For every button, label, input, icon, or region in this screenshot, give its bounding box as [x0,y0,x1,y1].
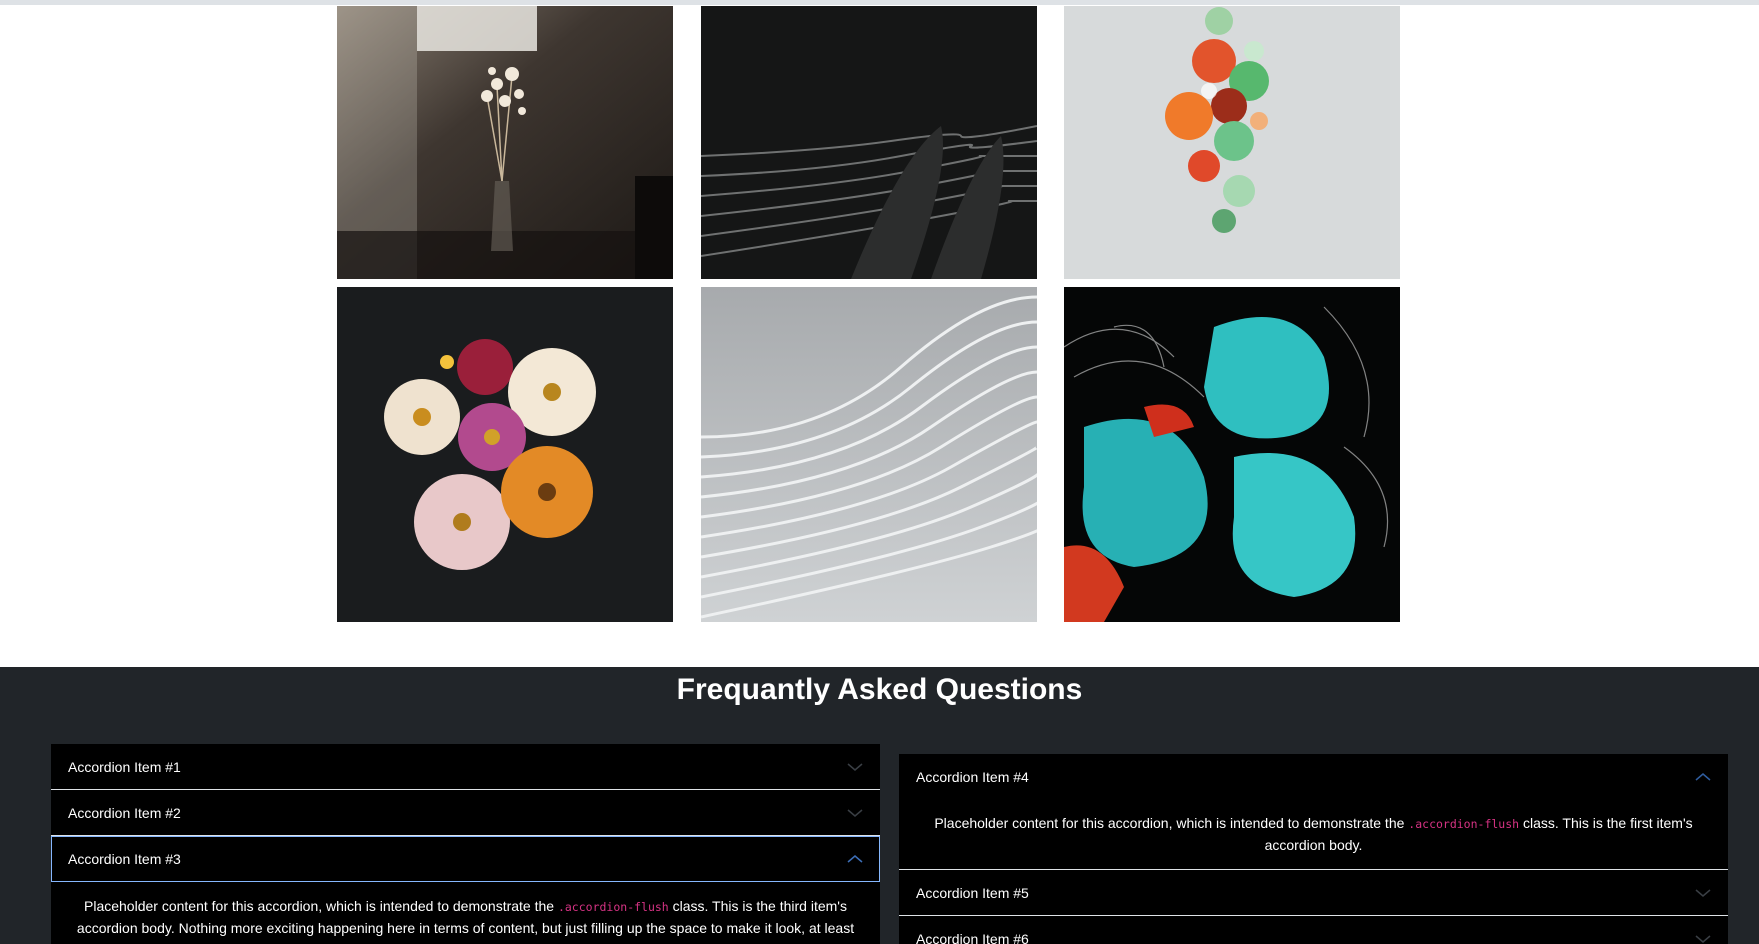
faq-title: Frequantly Asked Questions [676,673,1083,706]
gallery-image-1[interactable] [337,6,673,279]
accordion-body-4-text: Placeholder content for this accordion, … [934,815,1409,831]
gallery-image-3[interactable] [1064,6,1400,279]
accordion-item-6: Accordion Item #6 [899,916,1728,944]
accordion-body-4: Placeholder content for this accordion, … [899,799,1728,869]
accordion-label-3: Accordion Item #3 [68,851,181,867]
accordion-body-3: Placeholder content for this accordion, … [51,882,880,944]
accordion-label-2: Accordion Item #2 [68,804,181,821]
chevron-up-icon [1695,772,1711,782]
accordion-item-1: Accordion Item #1 [51,744,880,790]
accordion-label-6: Accordion Item #6 [916,930,1029,944]
gallery-image-2[interactable] [701,6,1037,279]
gallery-image-5[interactable] [701,287,1037,622]
accordion-header-5[interactable]: Accordion Item #5 [899,870,1728,915]
accordion-header-4[interactable]: Accordion Item #4 [899,754,1728,799]
accordion-header-1[interactable]: Accordion Item #1 [51,744,880,789]
top-divider [0,0,1759,5]
accordion-label-1: Accordion Item #1 [68,758,181,775]
faq-section: Frequantly Asked Questions Accordion Ite… [0,667,1759,944]
gallery-image-6[interactable] [1064,287,1400,622]
accordion-item-3: Accordion Item #3 Placeholder content fo… [51,836,880,944]
chevron-down-icon [847,808,863,818]
accordion-body-3-code: .accordion-flush [557,900,669,914]
chevron-down-icon [1695,934,1711,944]
accordion-item-5: Accordion Item #5 [899,870,1728,916]
accordion-body-3-text: Placeholder content for this accordion, … [84,898,558,914]
accordion-header-3[interactable]: Accordion Item #3 [51,836,880,882]
chevron-up-icon [847,854,863,864]
accordion-item-4: Accordion Item #4 Placeholder content fo… [899,754,1728,870]
chevron-down-icon [1695,888,1711,898]
accordion-label-5: Accordion Item #5 [916,884,1029,901]
accordion-header-6[interactable]: Accordion Item #6 [899,916,1728,944]
accordion-header-2[interactable]: Accordion Item #2 [51,790,880,835]
accordion-body-4-code: .accordion-flush [1408,817,1520,831]
accordion-label-4: Accordion Item #4 [916,768,1029,785]
accordion-left: Accordion Item #1 Accordion Item #2 Acco… [51,744,880,944]
chevron-down-icon [847,762,863,772]
accordion-right: Accordion Item #4 Placeholder content fo… [899,754,1728,944]
gallery-image-4[interactable] [337,287,673,622]
accordion-item-2: Accordion Item #2 [51,790,880,836]
